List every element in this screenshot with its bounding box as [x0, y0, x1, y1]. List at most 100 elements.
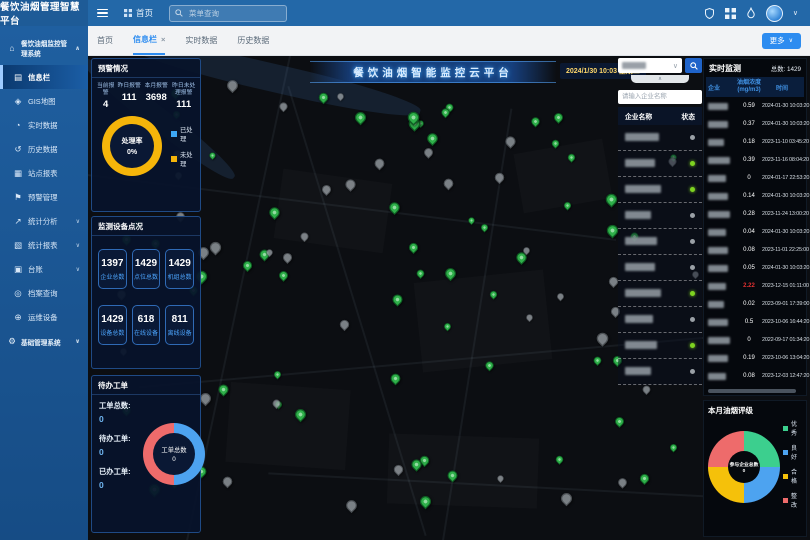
map-marker-gray[interactable] [225, 78, 240, 93]
map-marker-green[interactable] [614, 415, 627, 428]
realtime-row[interactable]: 0.592024-01-30 10:03:20 [706, 97, 804, 115]
sidebar-item-实时数据[interactable]: ◔实时数据 [0, 113, 88, 137]
map-marker-green[interactable] [388, 371, 402, 385]
company-row[interactable] [618, 359, 702, 385]
map-marker-gray[interactable] [320, 183, 333, 196]
map-marker-gray[interactable] [343, 177, 358, 192]
sidebar-item-站点报表[interactable]: ▦站点报表 [0, 161, 88, 185]
map-marker-green[interactable] [352, 110, 368, 126]
flame-icon[interactable] [746, 7, 756, 19]
map-marker-green[interactable] [484, 360, 496, 372]
realtime-row[interactable]: 0.082023-12-03 12:47:20 [706, 367, 804, 385]
sidebar-item-GIS地图[interactable]: ◈GIS地图 [0, 89, 88, 113]
sidebar-section[interactable]: ⚙基础管理系统∨ [0, 329, 88, 354]
tab-历史数据[interactable]: 历史数据 [237, 26, 269, 55]
map-marker-green[interactable] [530, 116, 542, 128]
apps-grid-icon[interactable] [725, 8, 736, 19]
realtime-row[interactable]: 0.372024-01-30 10:03:20 [706, 115, 804, 133]
map-marker-green[interactable] [480, 222, 490, 232]
realtime-row[interactable]: 02024-01-17 22:53:20 [706, 169, 804, 187]
map-marker-gray[interactable] [392, 463, 405, 476]
map-marker-green[interactable] [638, 472, 651, 485]
map-marker-green[interactable] [425, 131, 440, 146]
map-marker-gray[interactable] [559, 491, 575, 507]
map-marker-green[interactable] [603, 191, 619, 207]
horizontal-scrollbar[interactable] [708, 389, 796, 393]
sidebar-item-台账[interactable]: ▣台账∨ [0, 257, 88, 281]
user-avatar[interactable] [766, 5, 783, 22]
map-marker-gray[interactable] [493, 171, 506, 184]
tab-信息栏[interactable]: 信息栏× [133, 26, 165, 55]
menu-search-input[interactable] [187, 8, 281, 19]
map-marker-green[interactable] [407, 241, 420, 254]
map-marker-gray[interactable] [503, 134, 517, 148]
map-marker-gray[interactable] [344, 498, 359, 513]
sidebar-item-预警管理[interactable]: ⚑预警管理 [0, 185, 88, 209]
map-marker-green[interactable] [277, 269, 290, 282]
map-marker-green[interactable] [390, 292, 404, 306]
map-marker-green[interactable] [467, 216, 476, 225]
map-marker-green[interactable] [550, 138, 561, 149]
map-marker-green[interactable] [418, 493, 434, 509]
hamburger-menu-icon[interactable] [97, 9, 108, 18]
realtime-row[interactable]: 0.022023-09-01 17:39:00 [706, 295, 804, 313]
map-marker-gray[interactable] [556, 292, 566, 302]
company-row[interactable] [618, 203, 702, 229]
map-marker-gray[interactable] [525, 313, 534, 322]
realtime-row[interactable]: 02022-09-17 01:34:20 [706, 331, 804, 349]
realtime-row[interactable]: 0.392023-11-16 08:04:20 [706, 151, 804, 169]
company-row[interactable] [618, 281, 702, 307]
realtime-row[interactable]: 0.282023-11-24 13:00:20 [706, 205, 804, 223]
map-marker-green[interactable] [317, 91, 330, 104]
company-row[interactable] [618, 333, 702, 359]
realtime-row[interactable]: 0.182023-11-10 03:45:20 [706, 133, 804, 151]
map-marker-green[interactable] [240, 259, 253, 272]
map-marker-gray[interactable] [496, 474, 505, 483]
company-row[interactable] [618, 177, 702, 203]
realtime-row[interactable]: 0.142024-01-30 10:03:20 [706, 187, 804, 205]
sidebar-item-信息栏[interactable]: ▤信息栏 [0, 65, 88, 89]
map-marker-green[interactable] [446, 468, 460, 482]
map-marker-green[interactable] [267, 205, 282, 220]
map-marker-gray[interactable] [373, 157, 387, 171]
map-marker-green[interactable] [217, 382, 231, 396]
map-marker-gray[interactable] [207, 239, 223, 255]
map-marker-green[interactable] [443, 266, 458, 281]
map-marker-gray[interactable] [422, 146, 435, 159]
map-marker-green[interactable] [566, 152, 576, 162]
company-name-input[interactable] [618, 90, 702, 104]
map-marker-green[interactable] [272, 369, 282, 379]
tab-实时数据[interactable]: 实时数据 [185, 26, 217, 55]
map-marker-green[interactable] [387, 200, 402, 215]
sidebar-item-档案查询[interactable]: ◎档案查询 [0, 281, 88, 305]
region-select[interactable]: ∨ [618, 58, 682, 73]
map-marker-green[interactable] [563, 201, 573, 211]
realtime-row[interactable]: 0.052024-01-30 10:03:20 [706, 259, 804, 277]
map-marker-gray[interactable] [220, 474, 234, 488]
realtime-row[interactable]: 0.192023-10-06 13:04:20 [706, 349, 804, 367]
sidebar-item-运维设备[interactable]: ⊕运维设备 [0, 305, 88, 329]
realtime-row[interactable]: 0.042024-01-30 10:03:20 [706, 223, 804, 241]
shield-icon[interactable] [704, 8, 715, 19]
company-row[interactable] [618, 255, 702, 281]
company-search-button[interactable] [685, 58, 702, 73]
sidebar-item-统计报表[interactable]: ▧统计报表∨ [0, 233, 88, 257]
menu-search[interactable] [169, 5, 287, 22]
map-marker-gray[interactable] [338, 318, 351, 331]
tab-首页[interactable]: 首页 [97, 26, 113, 55]
nav-home[interactable]: 首页 [124, 7, 153, 19]
map-marker-green[interactable] [555, 454, 566, 465]
more-button[interactable]: 更多 ∨ [762, 33, 801, 49]
user-menu-caret-icon[interactable]: ∨ [793, 9, 798, 17]
map-marker-gray[interactable] [299, 231, 310, 242]
realtime-row[interactable]: 2.222023-12-15 01:11:00 [706, 277, 804, 295]
close-icon[interactable]: × [161, 35, 165, 44]
map-marker-green[interactable] [488, 289, 498, 299]
map-marker-gray[interactable] [441, 177, 455, 191]
map-marker-gray[interactable] [336, 92, 345, 101]
map-marker-green[interactable] [668, 443, 678, 453]
company-row[interactable] [618, 229, 702, 255]
realtime-row[interactable]: 0.082023-11-01 22:25:00 [706, 241, 804, 259]
map-marker-green[interactable] [415, 268, 426, 279]
sidebar-item-统计分析[interactable]: ↗统计分析∨ [0, 209, 88, 233]
